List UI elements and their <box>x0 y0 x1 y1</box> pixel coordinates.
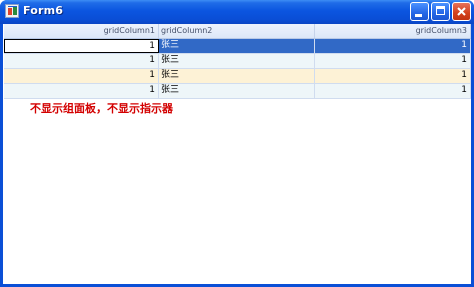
grid-cell[interactable]: 张三 <box>159 69 315 83</box>
grid-cell[interactable]: 张三 <box>159 54 315 68</box>
grid-cell[interactable]: 1 <box>315 69 471 83</box>
close-icon <box>457 7 466 16</box>
grid-cell[interactable]: 1 <box>4 69 159 83</box>
table-row[interactable]: 1 张三 1 <box>4 69 471 84</box>
form-client-area: gridColumn1 gridColumn2 gridColumn3 1 张三… <box>3 24 471 284</box>
title-bar[interactable]: Form6 <box>0 0 474 24</box>
grid-cell[interactable]: 1 <box>315 54 471 68</box>
column-header-1[interactable]: gridColumn1 <box>4 24 159 38</box>
minimize-button[interactable] <box>410 2 429 21</box>
grid-cell[interactable]: 张三 <box>159 39 315 53</box>
column-header-2[interactable]: gridColumn2 <box>159 24 315 38</box>
maximize-icon <box>436 6 445 15</box>
window-frame: Form6 gridColumn1 gridColumn2 gridColumn… <box>0 0 474 287</box>
form-icon[interactable] <box>5 4 19 18</box>
close-button[interactable] <box>452 2 471 21</box>
maximize-button[interactable] <box>431 2 450 21</box>
table-row[interactable]: 1 张三 1 <box>4 39 471 54</box>
grid-cell-editing[interactable]: 1 <box>4 39 159 53</box>
grid-cell[interactable]: 1 <box>315 84 471 98</box>
minimize-icon <box>415 14 422 17</box>
column-header-3[interactable]: gridColumn3 <box>315 24 471 38</box>
grid-cell[interactable]: 1 <box>4 84 159 98</box>
data-grid[interactable]: gridColumn1 gridColumn2 gridColumn3 1 张三… <box>4 24 471 99</box>
grid-cell[interactable]: 张三 <box>159 84 315 98</box>
table-row[interactable]: 1 张三 1 <box>4 84 471 99</box>
note-label: 不显示组面板，不显示指示器 <box>30 102 173 115</box>
grid-cell[interactable]: 1 <box>315 39 471 53</box>
table-row[interactable]: 1 张三 1 <box>4 54 471 69</box>
grid-header: gridColumn1 gridColumn2 gridColumn3 <box>4 24 471 39</box>
grid-cell[interactable]: 1 <box>4 54 159 68</box>
window-title: Form6 <box>23 4 64 17</box>
